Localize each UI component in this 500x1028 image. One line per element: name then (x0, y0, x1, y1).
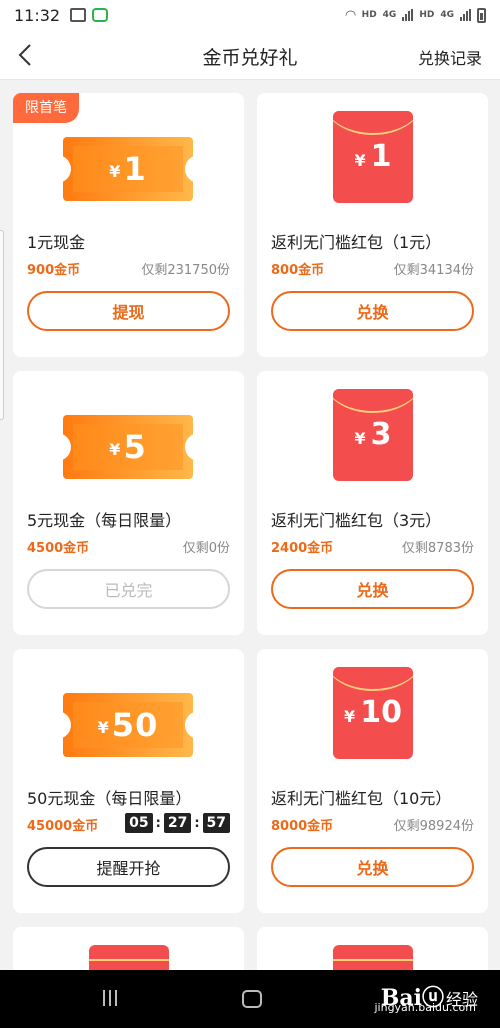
status-bar: 11:32 ◠ HD 4G HD 4G (0, 0, 500, 30)
envelope-amount: 1 (370, 139, 392, 174)
sold-out-button: 已兑完 (27, 569, 230, 609)
stock-remaining: 仅剩8783份 (401, 541, 474, 556)
status-time: 11:32 (14, 5, 61, 25)
hd-label-1: HD (361, 10, 377, 20)
reward-card-envelope-1[interactable]: ¥ 1 返利无门槛红包（1元） 800金币 仅剩34134份 兑换 (257, 93, 488, 357)
reward-title: 5元现金（每日限量） (27, 511, 182, 530)
countdown-minutes: 27 (163, 813, 192, 833)
red-envelope-icon: ¥ 10 (333, 667, 413, 759)
coin-price: 4500金币 (27, 541, 90, 556)
cash-coupon-icon: ¥ 5 (51, 415, 205, 479)
reward-title: 返利无门槛红包（1元） (271, 233, 442, 252)
cash-coupon-icon: ¥ 50 (51, 693, 205, 757)
reward-card-partial-left[interactable] (13, 927, 244, 970)
red-envelope-icon: ¥ 3 (333, 389, 413, 481)
wifi-icon: ◠ (345, 7, 356, 23)
cash-coupon-icon: ¥ 1 (51, 137, 205, 201)
remind-me-button[interactable]: 提醒开抢 (27, 847, 230, 887)
reward-card-partial-right[interactable] (257, 927, 488, 970)
system-nav-bar: Baiⓤ 经验 (0, 970, 500, 1028)
recent-apps-button[interactable] (103, 990, 117, 1006)
first-redeem-badge: 限首笔 (13, 93, 79, 123)
watermark-url: jingyan.baidu.com (374, 1001, 476, 1014)
coupon-amount: 5 (123, 428, 147, 466)
reward-title: 1元现金 (27, 233, 86, 252)
status-indicators: ◠ HD 4G HD 4G (345, 7, 486, 23)
home-button[interactable] (242, 990, 262, 1008)
currency-symbol: ¥ (109, 439, 121, 459)
reward-card-cash-50[interactable]: ¥ 50 50元现金（每日限量） 45000金币 05 : 27 : 57 提醒… (13, 649, 244, 913)
stock-remaining: 仅剩34134份 (393, 263, 474, 278)
countdown-hours: 05 (125, 813, 153, 833)
exchange-records-link[interactable]: 兑换记录 (418, 45, 482, 69)
red-envelope-icon: ¥ 1 (333, 111, 413, 203)
red-envelope-icon (333, 945, 413, 970)
envelope-amount: 10 (360, 695, 402, 730)
stock-remaining: 仅剩231750份 (141, 263, 230, 278)
reward-title: 返利无门槛红包（10元） (271, 789, 452, 808)
gallery-icon (70, 8, 87, 22)
reward-title: 返利无门槛红包（3元） (271, 511, 442, 530)
withdraw-button[interactable]: 提现 (27, 291, 230, 331)
signal-icon (402, 9, 414, 21)
reward-card-envelope-10[interactable]: ¥ 10 返利无门槛红包（10元） 8000金币 仅剩98924份 兑换 (257, 649, 488, 913)
coupon-amount: 1 (123, 150, 147, 188)
currency-symbol: ¥ (109, 161, 121, 181)
currency-symbol: ¥ (354, 429, 366, 448)
redeem-button[interactable]: 兑换 (271, 847, 474, 887)
reward-card-cash-1[interactable]: 限首笔 ¥ 1 1元现金 900金币 仅剩231750份 提现 (13, 93, 244, 357)
coin-price: 2400金币 (271, 541, 334, 556)
coin-price: 45000金币 (27, 819, 99, 834)
signal-icon-2 (460, 9, 471, 21)
nav-bar: 金币兑好礼 兑换记录 (0, 30, 500, 80)
currency-symbol: ¥ (97, 717, 109, 737)
envelope-amount: 3 (370, 417, 392, 452)
coin-price: 900金币 (27, 263, 81, 278)
hd-label-2: HD (419, 10, 435, 20)
reward-card-cash-5[interactable]: ¥ 5 5元现金（每日限量） 4500金币 仅剩0份 已兑完 (13, 371, 244, 635)
coin-price: 8000金币 (271, 819, 334, 834)
reward-card-envelope-3[interactable]: ¥ 3 返利无门槛红包（3元） 2400金币 仅剩8783份 兑换 (257, 371, 488, 635)
redeem-button[interactable]: 兑换 (271, 291, 474, 331)
stock-remaining: 仅剩98924份 (393, 819, 474, 834)
side-drawer-handle[interactable] (0, 230, 4, 420)
network-label-1: 4G (382, 10, 397, 20)
app-notification-icon (92, 8, 109, 22)
countdown-seconds: 57 (202, 813, 230, 833)
countdown-timer: 05 : 27 : 57 (125, 813, 230, 833)
coin-price: 800金币 (271, 263, 325, 278)
red-envelope-icon (89, 945, 169, 970)
reward-title: 50元现金（每日限量） (27, 789, 192, 808)
currency-symbol: ¥ (344, 707, 356, 726)
network-label-2: 4G (440, 10, 454, 20)
battery-icon (477, 7, 486, 23)
stock-remaining: 仅剩0份 (182, 541, 230, 556)
currency-symbol: ¥ (354, 151, 366, 170)
redeem-button[interactable]: 兑换 (271, 569, 474, 609)
coupon-amount: 50 (111, 706, 159, 744)
